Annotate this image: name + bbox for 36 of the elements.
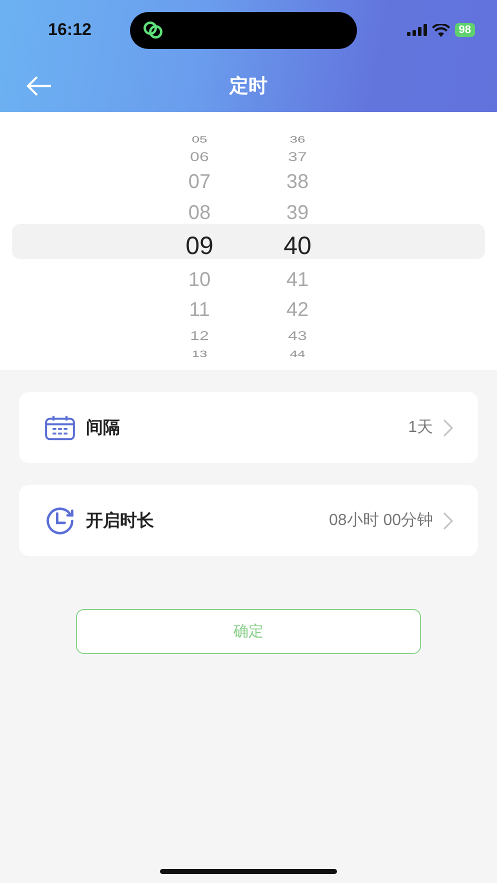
back-arrow-icon[interactable] [26, 76, 52, 96]
picker-item[interactable]: 09 [186, 232, 214, 261]
picker-item[interactable]: 44 [290, 348, 306, 360]
picker-item[interactable]: 07 [188, 171, 211, 194]
setting-value: 1天 [408, 418, 433, 438]
picker-item[interactable]: 11 [189, 299, 210, 322]
clock-icon [44, 506, 76, 536]
status-time: 16:12 [48, 20, 92, 40]
battery-level: 98 [454, 23, 475, 37]
picker-item[interactable]: 43 [288, 328, 307, 344]
picker-item[interactable]: 08 [188, 202, 211, 224]
picker-item[interactable]: 41 [286, 268, 309, 292]
calendar-icon [44, 414, 76, 440]
picker-item[interactable]: 06 [190, 150, 209, 164]
picker-item[interactable]: 13 [192, 348, 208, 360]
confirm-button[interactable]: 确定 [76, 609, 421, 654]
time-picker[interactable]: 05 06 07 08 09 10 11 12 13 36 37 38 39 40 41 42 43 44 [0, 112, 497, 370]
page-title: 定时 [230, 74, 268, 99]
picker-item[interactable]: 05 [192, 134, 208, 144]
picker-item[interactable]: 10 [188, 268, 211, 292]
setting-row[interactable]: 间隔 1天 [19, 392, 478, 463]
picker-item[interactable]: 37 [288, 150, 307, 164]
setting-label: 间隔 [86, 417, 120, 439]
chevron-icon [443, 418, 453, 436]
signal-icon [406, 24, 427, 36]
picker-item[interactable]: 40 [284, 232, 312, 261]
chevron-icon [443, 512, 453, 530]
picker-item[interactable]: 36 [290, 134, 306, 144]
setting-label: 开启时长 [86, 510, 154, 532]
picker-item[interactable]: 42 [286, 299, 309, 322]
setting-value: 08小时 00分钟 [328, 510, 433, 531]
picker-item[interactable]: 39 [286, 202, 309, 224]
picker-item[interactable]: 12 [190, 328, 209, 344]
setting-row[interactable]: 开启时长 08小时 00分钟 [19, 485, 478, 556]
picker-item[interactable]: 38 [286, 171, 309, 194]
wifi-icon [432, 24, 450, 36]
